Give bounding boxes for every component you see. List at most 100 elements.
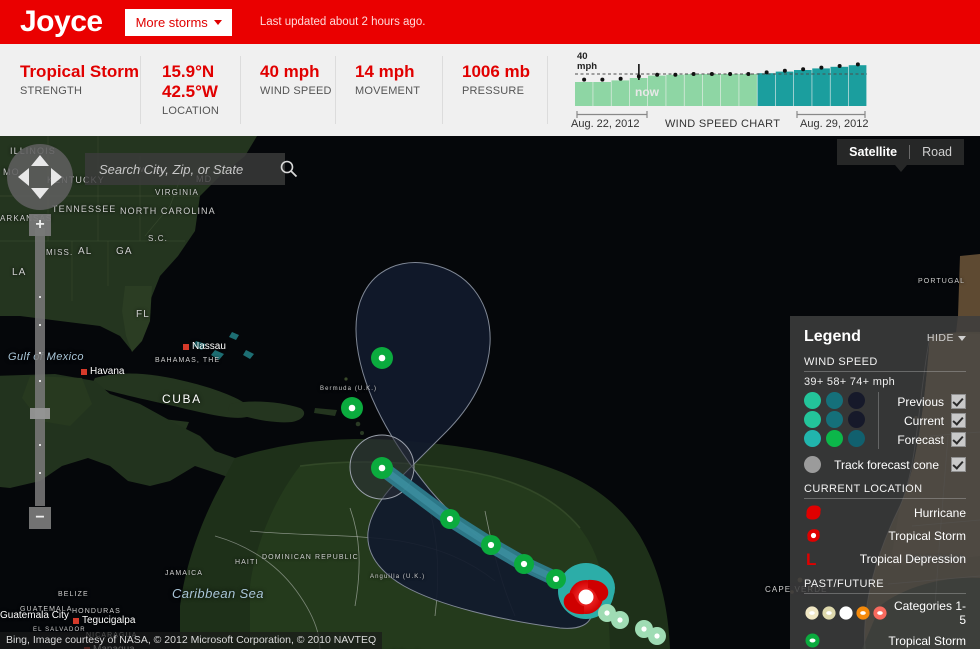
- wind-speed-swatch-0-2: [848, 392, 865, 409]
- chart-start-date: Aug. 22, 2012: [571, 118, 640, 130]
- zoom-tick: [39, 296, 41, 298]
- wind-speed-swatch-0-1: [826, 392, 843, 409]
- legend-label-track-cone: Track forecast cone: [834, 457, 939, 472]
- stat-strength-label: STRENGTH: [20, 85, 83, 98]
- stat-movement-label: MOVEMENT: [355, 85, 421, 98]
- pan-left-icon[interactable]: [18, 168, 29, 186]
- map-type-satellite[interactable]: Satellite: [837, 139, 909, 165]
- zoom-slider-thumb[interactable]: [30, 408, 50, 419]
- stat-pressure-label: PRESSURE: [462, 85, 525, 98]
- stat-strength: Tropical Storm STRENGTH: [0, 44, 140, 136]
- tropical-depression-icon: L: [804, 549, 828, 568]
- legend-label-current: Current: [903, 413, 944, 428]
- chart-plot: [575, 62, 867, 106]
- legend-row-tropical-storm: Tropical Storm: [804, 526, 966, 545]
- storm-map[interactable]: ILLINOISMO.KENTUCKYW. VA.MDVIRGINIATENNE…: [0, 136, 980, 649]
- checkbox-current[interactable]: [951, 413, 966, 428]
- legend-wind-speed-rows: Previous Current Forecast: [879, 392, 966, 449]
- page-title: Joyce: [20, 5, 103, 38]
- map-type-road[interactable]: Road: [910, 139, 964, 165]
- map-pan-control[interactable]: [7, 144, 73, 210]
- legend-row-hurricane: Hurricane: [804, 503, 966, 522]
- map-zoom-control[interactable]: + −: [29, 214, 51, 529]
- legend-row-current[interactable]: Current: [886, 411, 966, 430]
- stat-location-value: 15.9°N 42.5°W: [162, 62, 218, 102]
- category-scale-icon: [804, 605, 888, 621]
- zoom-out-button[interactable]: −: [29, 507, 51, 529]
- map-legend-panel[interactable]: Legend HIDE WIND SPEED 39+ 58+ 74+ mph P…: [790, 316, 980, 649]
- zoom-tick: [39, 324, 41, 326]
- legend-row-tropical-depression: L Tropical Depression: [804, 549, 966, 568]
- category-1-icon: [805, 606, 819, 620]
- last-updated-text: Last updated about 2 hours ago.: [259, 16, 426, 28]
- wind-speed-swatch-0-0: [804, 392, 821, 409]
- zoom-tick: [39, 352, 41, 354]
- legend-label-previous: Previous: [897, 394, 944, 409]
- checkbox-forecast[interactable]: [951, 432, 966, 447]
- stat-strength-value: Tropical Storm: [20, 62, 140, 81]
- chart-end-date: Aug. 29, 2012: [800, 118, 869, 130]
- legend-hide-button[interactable]: HIDE: [927, 332, 966, 344]
- track-cone-swatch-icon: [804, 456, 821, 473]
- legend-label-forecast: Forecast: [897, 432, 944, 447]
- stat-wind-speed-value: 40 mph: [260, 62, 320, 81]
- divider: [804, 593, 966, 594]
- checkbox-previous[interactable]: [951, 394, 966, 409]
- zoom-tick: [39, 444, 41, 446]
- more-storms-label: More storms: [135, 14, 208, 30]
- legend-label-hurricane: Hurricane: [913, 505, 966, 520]
- zoom-tick: [39, 472, 41, 474]
- landmass-bermuda: [344, 377, 348, 381]
- chart-now-label: now: [635, 85, 659, 99]
- legend-current-location-title: CURRENT LOCATION: [804, 483, 923, 495]
- zoom-slider-track[interactable]: [35, 228, 45, 506]
- zoom-tick: [39, 380, 41, 382]
- wind-speed-swatch-1-0: [804, 411, 821, 428]
- stat-wind-speed-label: WIND SPEED: [260, 85, 332, 98]
- legend-label-past-tropical-storm: Tropical Storm: [888, 633, 966, 648]
- page-header: Joyce More storms Last updated about 2 h…: [0, 0, 980, 44]
- chevron-down-icon: [958, 335, 966, 341]
- map-type-toggle[interactable]: Satellite Road: [837, 139, 964, 172]
- wind-speed-swatch-2-1: [826, 430, 843, 447]
- search-icon[interactable]: [279, 159, 299, 179]
- stat-location: 15.9°N 42.5°W LOCATION: [140, 44, 240, 136]
- stat-movement-value: 14 mph: [355, 62, 415, 81]
- chart-date-row: Aug. 22, 2012 WIND SPEED CHART Aug. 29, …: [547, 116, 893, 132]
- zoom-in-button[interactable]: +: [29, 214, 51, 236]
- stat-pressure: 1006 mb PRESSURE: [442, 44, 547, 136]
- map-attribution: Bing, Image courtesy of NASA, © 2012 Mic…: [0, 632, 383, 649]
- more-storms-button[interactable]: More storms: [124, 8, 232, 36]
- legend-hide-label: HIDE: [926, 332, 954, 344]
- legend-row-track-cone[interactable]: Track forecast cone: [804, 456, 966, 473]
- category-4-icon: [856, 606, 870, 620]
- hurricane-icon: [804, 503, 828, 522]
- tropical-storm-icon: [804, 526, 828, 545]
- category-3-icon: [839, 606, 853, 620]
- chevron-down-icon: [213, 19, 222, 25]
- past-tropical-storm-icon: [804, 632, 821, 649]
- map-type-pointer-icon: [894, 165, 907, 172]
- legend-row-forecast[interactable]: Forecast: [886, 430, 966, 449]
- category-5-icon: [873, 606, 887, 620]
- legend-row-past-tropical-storm: Tropical Storm: [804, 632, 966, 649]
- checkbox-track-cone[interactable]: [951, 457, 966, 472]
- stat-movement: 14 mph MOVEMENT: [335, 44, 442, 136]
- map-search-box[interactable]: [85, 153, 298, 185]
- legend-label-tropical-depression: Tropical Depression: [859, 551, 966, 566]
- pan-down-icon[interactable]: [31, 188, 49, 199]
- hurricane-tracker-app: Joyce More storms Last updated about 2 h…: [0, 0, 980, 649]
- legend-wind-speed-scale: 39+ 58+ 74+ mph: [804, 376, 896, 388]
- chart-svg: [575, 62, 867, 106]
- stat-pressure-value: 1006 mb: [462, 62, 531, 81]
- legend-row-categories: Categories 1-5: [804, 599, 966, 627]
- pan-right-icon[interactable]: [51, 168, 62, 186]
- legend-past-future-title: PAST/FUTURE: [804, 578, 884, 590]
- wind-speed-swatch-1-2: [848, 411, 865, 428]
- wind-speed-swatch-1-1: [826, 411, 843, 428]
- pan-up-icon[interactable]: [31, 155, 49, 166]
- search-input[interactable]: [97, 160, 279, 178]
- wind-speed-swatch-2-2: [848, 430, 865, 447]
- wind-speed-chart-panel[interactable]: 40 mph now Aug. 22, 2012 WIND SPEED CHART…: [547, 44, 980, 136]
- legend-row-previous[interactable]: Previous: [886, 392, 966, 411]
